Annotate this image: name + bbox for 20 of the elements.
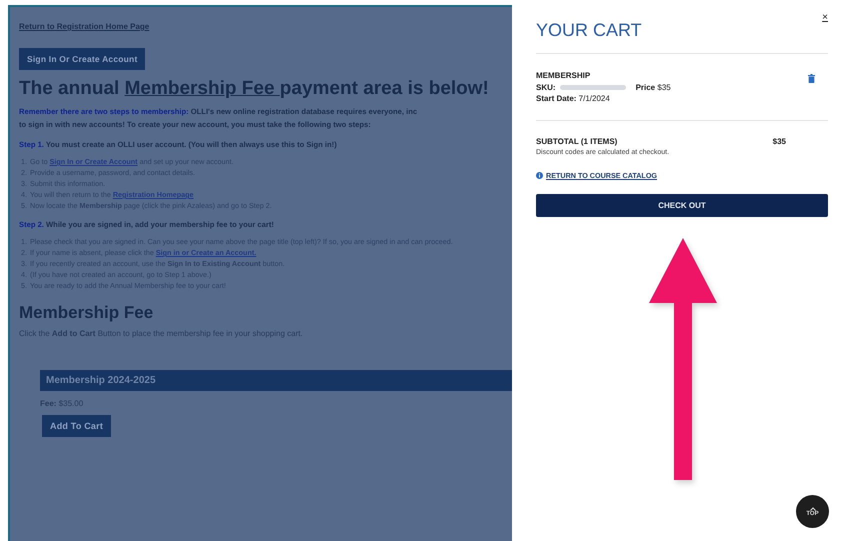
- item-name: MEMBERSHIP: [536, 70, 592, 82]
- sign-in-button[interactable]: Sign In Or Create Account: [19, 48, 146, 70]
- section-title: Membership Fee: [19, 303, 154, 323]
- page-heading: The annual Membership Fee payment area is below!: [19, 78, 490, 100]
- subtotal-label: SUBTOTAL (1 ITEMS): [536, 136, 618, 146]
- sku-label: SKU:: [536, 82, 556, 93]
- subtotal-amount: $35: [772, 136, 786, 146]
- cart-title: YOUR CART: [536, 20, 642, 41]
- close-button[interactable]: ×: [822, 12, 828, 41]
- redacted-text: [560, 84, 626, 90]
- product-title-bar: Membership 2024-2025: [40, 370, 512, 391]
- info-icon: [536, 172, 543, 178]
- add-to-cart-button[interactable]: Add To Cart: [42, 415, 112, 437]
- caret-icon: [810, 506, 816, 510]
- membership-fee-link[interactable]: Membership Fee: [124, 78, 280, 99]
- trash-icon[interactable]: [808, 74, 815, 83]
- return-link[interactable]: Return to Registration Home Page: [19, 22, 150, 31]
- start-date-text: Start Date: 7/1/2024: [536, 93, 611, 104]
- price-text: Price $35: [636, 82, 671, 93]
- checkout-button[interactable]: CHECK OUT: [536, 194, 828, 216]
